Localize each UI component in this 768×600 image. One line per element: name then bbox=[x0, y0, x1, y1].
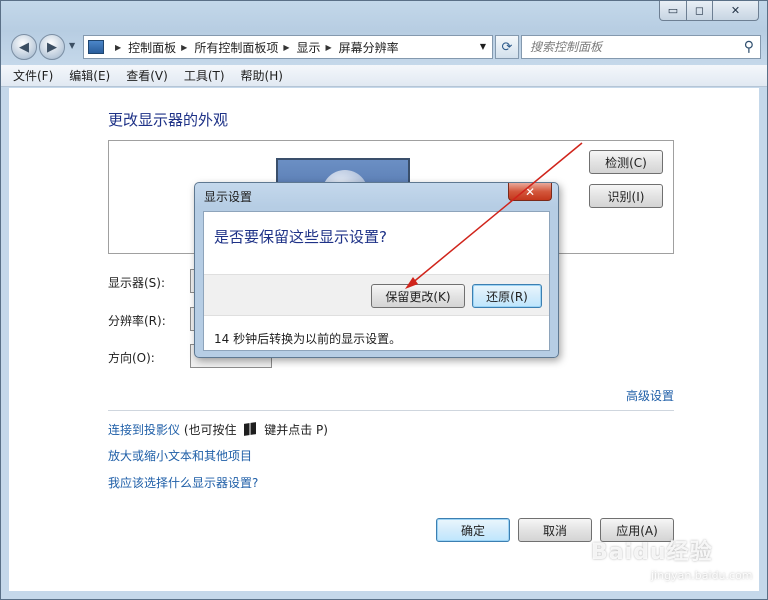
menu-view[interactable]: 查看(V) bbox=[126, 67, 168, 84]
control-panel-window: ▭ ◻ ✕ ◀ ▶ ▼ ▶ 控制面板 ▶ 所有控制面板项 ▶ 显示 ▶ 屏幕分辨率 ▼… bbox=[0, 0, 768, 600]
maximize-button[interactable]: ◻ bbox=[687, 1, 713, 21]
zoom-text-link[interactable]: 放大或缩小文本和其他项目 bbox=[108, 447, 252, 464]
revert-button[interactable]: 还原(R) bbox=[472, 284, 542, 308]
orientation-label: 方向(O): bbox=[108, 351, 155, 365]
breadcrumb-screen-resolution[interactable]: 屏幕分辨率 bbox=[339, 39, 399, 56]
navigation-bar: ◀ ▶ ▼ ▶ 控制面板 ▶ 所有控制面板项 ▶ 显示 ▶ 屏幕分辨率 ▼ ⟳ ⚲ bbox=[9, 33, 761, 61]
minimize-icon: ▭ bbox=[667, 4, 679, 17]
windows-logo-icon bbox=[244, 422, 257, 436]
close-button[interactable]: ✕ bbox=[713, 1, 759, 21]
menu-bar: 文件(F) 编辑(E) 查看(V) 工具(T) 帮助(H) bbox=[1, 65, 767, 87]
advanced-settings-link[interactable]: 高级设置 bbox=[626, 387, 674, 404]
chevron-right-icon: ▶ bbox=[325, 42, 332, 52]
refresh-button[interactable]: ⟳ bbox=[495, 35, 519, 59]
dialog-close-button[interactable]: ✕ bbox=[508, 183, 552, 201]
which-settings-link[interactable]: 我应该选择什么显示器设置? bbox=[108, 474, 258, 491]
address-history-dropdown[interactable]: ▼ bbox=[480, 42, 486, 51]
close-icon: ✕ bbox=[730, 4, 741, 17]
breadcrumb-label: 显示 bbox=[296, 40, 321, 55]
resolution-label: 分辨率(R): bbox=[108, 314, 166, 328]
detect-button[interactable]: 检测(C) bbox=[589, 150, 663, 174]
chevron-down-icon: ▼ bbox=[69, 41, 76, 50]
menu-file[interactable]: 文件(F) bbox=[13, 67, 53, 84]
cancel-button[interactable]: 取消 bbox=[518, 518, 592, 542]
chevron-right-icon: ▶ bbox=[181, 42, 188, 52]
breadcrumb-control-panel[interactable]: 控制面板 ▶ bbox=[128, 39, 194, 56]
address-bar[interactable]: ▶ 控制面板 ▶ 所有控制面板项 ▶ 显示 ▶ 屏幕分辨率 ▼ bbox=[83, 35, 493, 59]
keep-changes-button[interactable]: 保留更改(K) bbox=[371, 284, 465, 308]
display-settings-dialog: 显示设置 ✕ 是否要保留这些显示设置? 保留更改(K) 还原(R) 14 秒钟后… bbox=[194, 182, 559, 358]
page-title: 更改显示器的外观 bbox=[108, 111, 229, 129]
close-icon: ✕ bbox=[524, 184, 536, 199]
arrow-left-icon: ◀ bbox=[19, 39, 29, 55]
chevron-right-icon: ▶ bbox=[115, 42, 122, 52]
search-box[interactable]: ⚲ bbox=[521, 35, 761, 59]
maximize-icon: ◻ bbox=[694, 4, 705, 17]
projector-hint: (也可按住 bbox=[183, 423, 237, 437]
divider bbox=[108, 410, 674, 411]
breadcrumb-label: 所有控制面板项 bbox=[194, 40, 279, 55]
refresh-icon: ⟳ bbox=[501, 39, 513, 55]
control-panel-icon bbox=[88, 40, 104, 54]
projector-line: 连接到投影仪 (也可按住 键并点击 P) bbox=[108, 421, 328, 438]
display-label: 显示器(S): bbox=[108, 276, 166, 290]
connect-projector-link[interactable]: 连接到投影仪 bbox=[108, 423, 180, 437]
search-icon[interactable]: ⚲ bbox=[744, 39, 754, 55]
arrow-right-icon: ▶ bbox=[47, 39, 57, 55]
breadcrumb-all-items[interactable]: 所有控制面板项 ▶ bbox=[194, 39, 296, 56]
chevron-down-icon: ▼ bbox=[479, 42, 486, 51]
dialog-button-bar: 保留更改(K) 还原(R) bbox=[204, 274, 549, 316]
projector-hint-end: 键并点击 P) bbox=[264, 423, 328, 437]
identify-button[interactable]: 识别(I) bbox=[589, 184, 663, 208]
ok-button[interactable]: 确定 bbox=[436, 518, 510, 542]
menu-help[interactable]: 帮助(H) bbox=[241, 67, 283, 84]
watermark-url: jingyan.baidu.com bbox=[651, 569, 753, 582]
chevron-right-icon: ▶ bbox=[283, 42, 290, 52]
back-button[interactable]: ◀ bbox=[11, 34, 37, 60]
watermark-logo: Baidu经验 bbox=[591, 540, 713, 565]
dialog-body: 是否要保留这些显示设置? 保留更改(K) 还原(R) 14 秒钟后转换为以前的显… bbox=[203, 211, 550, 351]
breadcrumb-display[interactable]: 显示 ▶ bbox=[297, 39, 339, 56]
dialog-question: 是否要保留这些显示设置? bbox=[214, 228, 387, 246]
countdown-text: 14 秒钟后转换为以前的显示设置。 bbox=[214, 332, 402, 346]
minimize-button[interactable]: ▭ bbox=[659, 1, 687, 21]
dialog-title: 显示设置 bbox=[204, 190, 253, 204]
menu-tools[interactable]: 工具(T) bbox=[184, 67, 225, 84]
breadcrumb-label: 控制面板 bbox=[128, 40, 177, 55]
recent-pages-dropdown[interactable]: ▼ bbox=[69, 41, 75, 50]
caption-buttons: ▭ ◻ ✕ bbox=[659, 1, 759, 21]
search-input[interactable] bbox=[530, 40, 730, 54]
breadcrumb-root-arrow[interactable]: ▶ bbox=[110, 43, 128, 52]
breadcrumb-label: 屏幕分辨率 bbox=[338, 40, 399, 55]
menu-edit[interactable]: 编辑(E) bbox=[69, 67, 110, 84]
forward-button[interactable]: ▶ bbox=[39, 34, 65, 60]
